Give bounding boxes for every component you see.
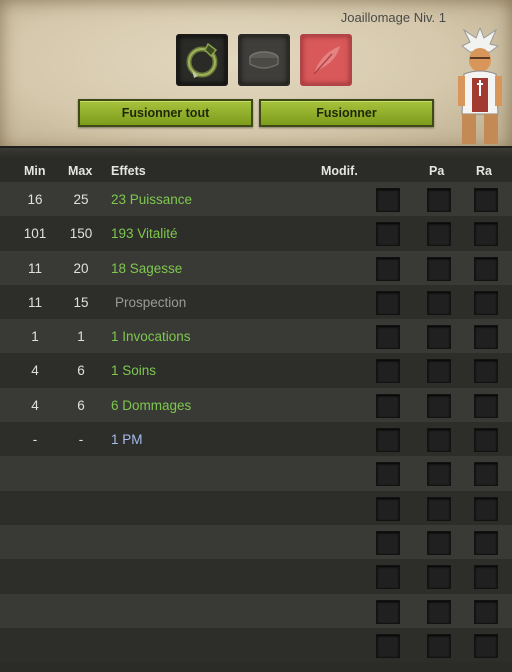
ra-rune-slot[interactable]	[474, 462, 498, 487]
ra-rune-slot[interactable]	[474, 633, 498, 658]
item-slot[interactable]	[176, 34, 228, 86]
merge-button[interactable]: Fusionner	[259, 99, 434, 127]
ra-rune-slot[interactable]	[474, 496, 498, 521]
ra-rune-slot[interactable]	[474, 599, 498, 624]
ra-rune-slot[interactable]	[474, 188, 498, 212]
effect-value: 6 Dommages	[111, 397, 192, 413]
pa-rune-slot[interactable]	[427, 633, 451, 658]
table-row: 461 Soins	[0, 353, 512, 388]
table-row	[0, 524, 512, 560]
max-value: 15	[73, 294, 89, 310]
modif-rune-slot[interactable]	[376, 633, 400, 658]
signature-slot[interactable]	[300, 34, 352, 86]
feather-icon	[313, 46, 340, 75]
ra-rune-slot[interactable]	[474, 393, 498, 418]
pa-rune-slot[interactable]	[427, 599, 451, 624]
table-row	[0, 559, 512, 594]
modif-rune-slot[interactable]	[376, 290, 400, 315]
col-max: Max	[68, 164, 93, 178]
pa-rune-slot[interactable]	[427, 359, 451, 384]
ra-rune-slot[interactable]	[474, 256, 498, 281]
modif-rune-slot[interactable]	[376, 428, 400, 453]
effects-table-header: Min Max Effets Modif. Pa Ra	[0, 162, 512, 180]
table-row: 11 20 18 Sagesse	[0, 250, 512, 285]
col-pa: Pa	[429, 164, 445, 178]
modif-rune-slot[interactable]	[376, 599, 400, 624]
pa-rune-slot[interactable]	[427, 393, 451, 418]
rune-slot-icon	[249, 51, 279, 69]
modif-rune-slot[interactable]	[376, 530, 400, 555]
pa-rune-slot[interactable]	[427, 428, 451, 453]
crafting-panel: Joaillomage Niv. 1 Fusionner tout Fusion…	[0, 0, 512, 158]
table-row	[0, 593, 512, 628]
table-row: 16 25 23 Puissance	[0, 182, 512, 217]
max-value: 1	[77, 329, 85, 345]
merge-all-button[interactable]: Fusionner tout	[78, 99, 253, 127]
max-value: 20	[73, 260, 89, 276]
ra-rune-slot[interactable]	[474, 222, 498, 247]
table-row: 466 Dommages	[0, 387, 512, 423]
effect-value: 193 Vitalité	[111, 226, 178, 242]
max-value: 25	[73, 192, 89, 207]
modif-rune-slot[interactable]	[376, 359, 400, 384]
max-value: 6	[77, 397, 85, 413]
ra-rune-slot[interactable]	[474, 359, 498, 384]
table-row: --1 PM	[0, 422, 512, 457]
pa-rune-slot[interactable]	[427, 290, 451, 315]
pa-rune-slot[interactable]	[427, 188, 451, 212]
ra-rune-slot[interactable]	[474, 530, 498, 555]
ra-rune-slot[interactable]	[474, 325, 498, 350]
modif-rune-slot[interactable]	[376, 256, 400, 281]
table-row	[0, 627, 512, 663]
table-row: 101 150 193 Vitalité	[0, 216, 512, 251]
character-avatar	[458, 28, 502, 144]
table-row	[0, 456, 512, 491]
col-effects: Effets	[111, 164, 146, 178]
pa-rune-slot[interactable]	[427, 496, 451, 521]
job-level-label: Joaillomage Niv. 1	[340, 10, 446, 25]
pa-rune-slot[interactable]	[427, 530, 451, 555]
modif-rune-slot[interactable]	[376, 222, 400, 247]
effect-value: 1 PM	[111, 432, 143, 448]
col-modif: Modif.	[321, 164, 358, 178]
pa-rune-slot[interactable]	[427, 462, 451, 487]
effect-value: 1 Invocations	[111, 329, 191, 345]
table-row: 111 Invocations	[0, 319, 512, 354]
max-value: 6	[77, 363, 85, 379]
ra-rune-slot[interactable]	[474, 290, 498, 315]
table-row	[0, 490, 512, 525]
modif-rune-slot[interactable]	[376, 565, 400, 590]
pa-rune-slot[interactable]	[427, 256, 451, 281]
effect-value: 23 Puissance	[111, 192, 193, 207]
max-value: -	[78, 432, 84, 448]
modif-rune-slot[interactable]	[376, 496, 400, 521]
effect-value: 18 Sagesse	[111, 260, 183, 276]
modif-rune-slot[interactable]	[376, 393, 400, 418]
ra-rune-slot[interactable]	[474, 565, 498, 590]
pa-rune-slot[interactable]	[427, 325, 451, 350]
rune-slot[interactable]	[238, 34, 290, 86]
table-row: 11 15 Prospection	[0, 284, 512, 320]
modif-rune-slot[interactable]	[376, 462, 400, 487]
effect-value: 1 Soins	[111, 363, 157, 379]
modif-rune-slot[interactable]	[376, 188, 400, 212]
col-min: Min	[24, 164, 46, 178]
col-ra: Ra	[476, 164, 492, 178]
max-value: 150	[69, 226, 93, 242]
pa-rune-slot[interactable]	[427, 222, 451, 247]
ring-item-icon	[186, 42, 218, 78]
modif-rune-slot[interactable]	[376, 325, 400, 350]
pa-rune-slot[interactable]	[427, 565, 451, 590]
effect-value: Prospection	[115, 294, 187, 310]
effects-table: 16 25 23 Puissance 101 150 193 Vitalité 11 20 18…	[0, 182, 512, 663]
ra-rune-slot[interactable]	[474, 428, 498, 453]
